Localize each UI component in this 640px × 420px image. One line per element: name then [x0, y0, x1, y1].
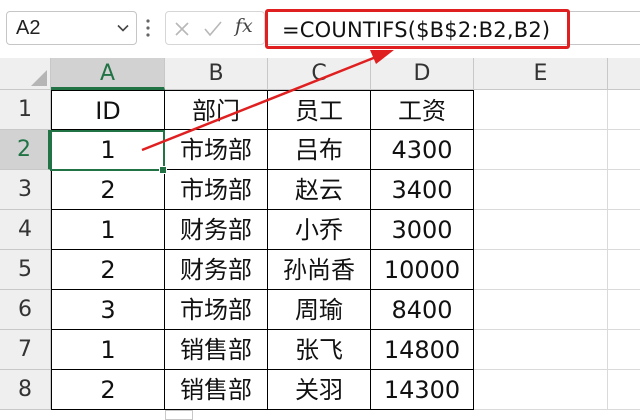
cell-c3[interactable]: 赵云: [268, 170, 371, 210]
cell-d4[interactable]: 3000: [371, 210, 474, 250]
horizontal-scroll-stub[interactable]: [165, 410, 193, 420]
cell-f2[interactable]: [608, 130, 640, 170]
cell-b6[interactable]: 市场部: [165, 290, 268, 330]
cancel-icon[interactable]: [174, 21, 190, 37]
cell-b8[interactable]: 销售部: [165, 370, 268, 410]
cell-d8[interactable]: 14300: [371, 370, 474, 410]
formula-buttons: fx: [165, 11, 265, 45]
cell-b5[interactable]: 财务部: [165, 250, 268, 290]
enter-check-icon[interactable]: [204, 21, 222, 37]
column-header-a[interactable]: A: [51, 58, 165, 90]
cell-a5[interactable]: 2: [51, 250, 165, 290]
insert-function-icon[interactable]: fx: [235, 15, 253, 37]
cell-b1[interactable]: 部门: [165, 90, 268, 130]
cell-f7[interactable]: [608, 330, 640, 370]
cell-e7[interactable]: [474, 330, 608, 370]
cell-f3[interactable]: [608, 170, 640, 210]
cell-b2[interactable]: 市场部: [165, 130, 268, 170]
formula-highlight-box: =COUNTIFS($B$2:B2,B2): [265, 9, 570, 49]
more-options-icon[interactable]: [146, 18, 150, 38]
cell-d2[interactable]: 4300: [371, 130, 474, 170]
row-header-7[interactable]: 7: [0, 330, 51, 370]
cell-a6[interactable]: 3: [51, 290, 165, 330]
cell-e3[interactable]: [474, 170, 608, 210]
cell-d3[interactable]: 3400: [371, 170, 474, 210]
formula-bar-area: A2 fx =COUNTIFS($B$2:B2,B2): [0, 0, 640, 58]
cell-c8[interactable]: 关羽: [268, 370, 371, 410]
row-header-1[interactable]: 1: [0, 90, 51, 130]
cell-d5[interactable]: 10000: [371, 250, 474, 290]
cell-d6[interactable]: 8400: [371, 290, 474, 330]
cell-e4[interactable]: [474, 210, 608, 250]
cell-e6[interactable]: [474, 290, 608, 330]
cell-f8[interactable]: [608, 370, 640, 410]
column-header-b[interactable]: B: [165, 58, 268, 90]
chevron-down-icon[interactable]: [117, 22, 129, 34]
cell-c6[interactable]: 周瑜: [268, 290, 371, 330]
cell-e2[interactable]: [474, 130, 608, 170]
spreadsheet-grid: A B C D E 1 2 3 4 5 6 7 8 ID 部门 员工 工资 1 …: [0, 58, 640, 420]
column-header-e[interactable]: E: [474, 58, 608, 90]
cell-f1[interactable]: [608, 90, 640, 130]
cell-a7[interactable]: 1: [51, 330, 165, 370]
cell-c1[interactable]: 员工: [268, 90, 371, 130]
cell-a8[interactable]: 2: [51, 370, 165, 410]
cell-d1[interactable]: 工资: [371, 90, 474, 130]
cell-e5[interactable]: [474, 250, 608, 290]
cell-a1[interactable]: ID: [51, 90, 165, 130]
cell-f5[interactable]: [608, 250, 640, 290]
fill-handle[interactable]: [159, 166, 167, 174]
cell-b4[interactable]: 财务部: [165, 210, 268, 250]
column-header-c[interactable]: C: [268, 58, 371, 90]
cell-f6[interactable]: [608, 290, 640, 330]
row-header-2[interactable]: 2: [0, 130, 51, 170]
row-header-4[interactable]: 4: [0, 210, 51, 250]
cell-e1[interactable]: [474, 90, 608, 130]
cell-a3[interactable]: 2: [51, 170, 165, 210]
row-header-3[interactable]: 3: [0, 170, 51, 210]
column-header-d[interactable]: D: [371, 58, 474, 90]
cell-b3[interactable]: 市场部: [165, 170, 268, 210]
cell-c4[interactable]: 小乔: [268, 210, 371, 250]
formula-text[interactable]: =COUNTIFS($B$2:B2,B2): [282, 18, 550, 42]
select-all-button[interactable]: [0, 58, 51, 90]
cell-b7[interactable]: 销售部: [165, 330, 268, 370]
cell-c7[interactable]: 张飞: [268, 330, 371, 370]
row-header-6[interactable]: 6: [0, 290, 51, 330]
row-header-5[interactable]: 5: [0, 250, 51, 290]
cell-d7[interactable]: 14800: [371, 330, 474, 370]
select-all-triangle-icon: [31, 70, 47, 86]
cell-f4[interactable]: [608, 210, 640, 250]
active-cell-outline[interactable]: [50, 130, 165, 171]
row-header-8[interactable]: 8: [0, 370, 51, 410]
cell-e8[interactable]: [474, 370, 608, 410]
name-box[interactable]: A2: [6, 11, 137, 45]
column-header-f[interactable]: [608, 58, 640, 90]
cell-a4[interactable]: 1: [51, 210, 165, 250]
cell-c2[interactable]: 吕布: [268, 130, 371, 170]
name-box-value: A2: [16, 17, 41, 39]
cell-c5[interactable]: 孙尚香: [268, 250, 371, 290]
